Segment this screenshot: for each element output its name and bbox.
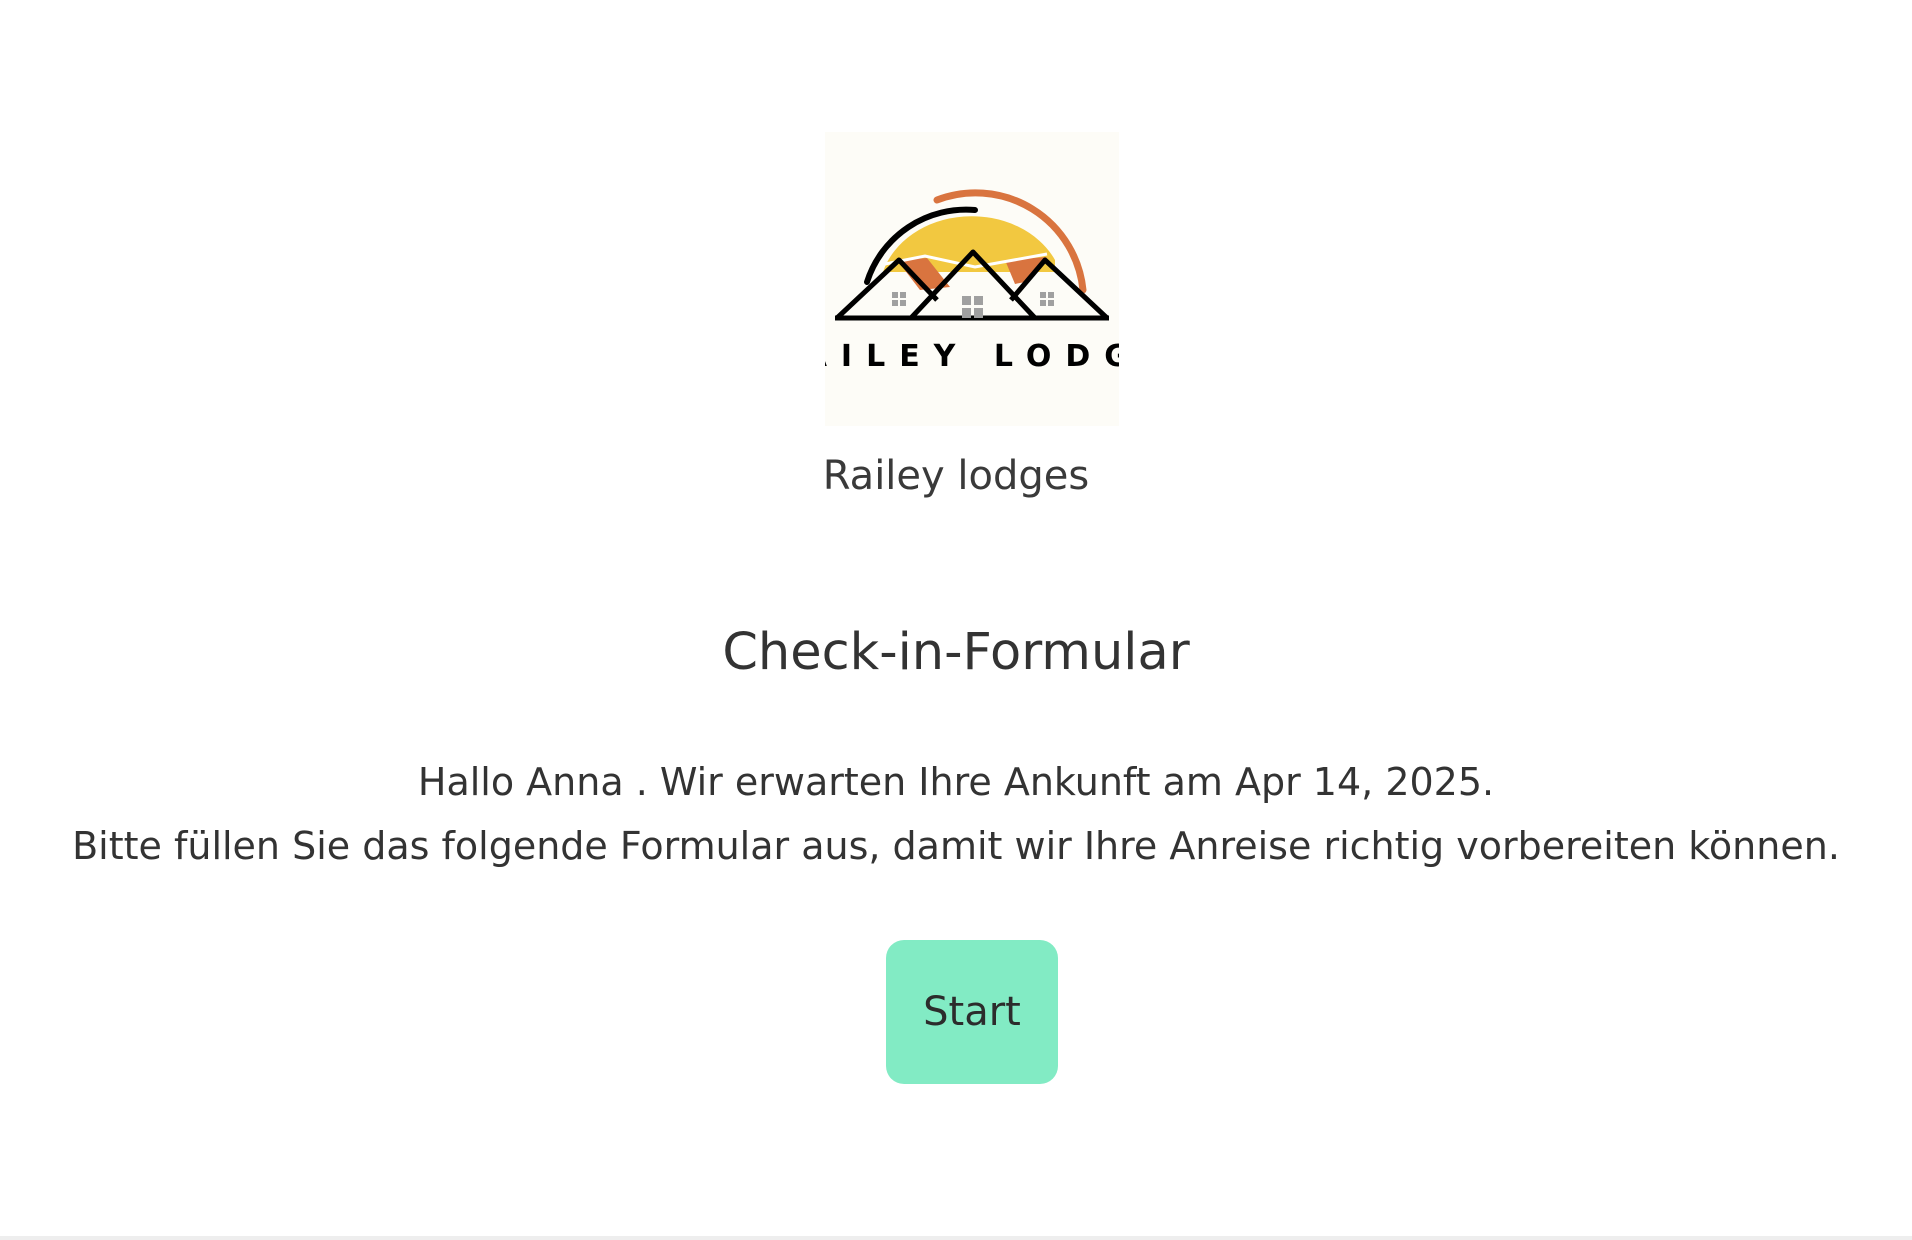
checkin-page: RAILEY LODGE Railey lodges Check-in-Form…	[0, 0, 1912, 1240]
brand-logo: RAILEY LODGE	[825, 132, 1119, 426]
greeting-line-arrival: Hallo Anna . Wir erwarten Ihre Ankunft a…	[417, 760, 1495, 804]
lodge-logo-icon: RAILEY LODGE	[825, 189, 1119, 374]
page-title: Check-in-Formular	[722, 623, 1190, 682]
start-button[interactable]: Start	[886, 940, 1058, 1084]
page-divider	[0, 1236, 1912, 1240]
property-name: Railey lodges	[822, 453, 1090, 499]
greeting-line-instructions: Bitte füllen Sie das folgende Formular a…	[72, 824, 1840, 868]
svg-text:RAILEY LODGE: RAILEY LODGE	[825, 339, 1119, 374]
greeting-message: Hallo Anna . Wir erwarten Ihre Ankunft a…	[0, 750, 1912, 878]
